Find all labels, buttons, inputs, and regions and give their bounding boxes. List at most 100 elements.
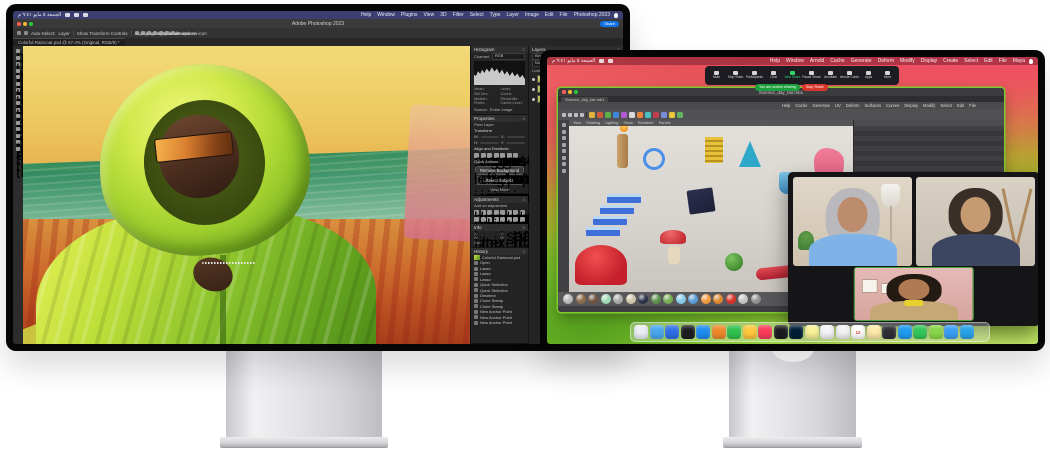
camera-icon[interactable]: Stop Video	[726, 67, 745, 84]
shelf-sphere[interactable]	[589, 112, 595, 118]
shelf-cube[interactable]	[597, 112, 603, 118]
item[interactable]: Window	[786, 57, 804, 65]
annotate-icon[interactable]: Annotate	[821, 67, 840, 84]
item[interactable]: Edit	[957, 103, 964, 108]
item[interactable]: Lighting	[605, 121, 618, 125]
item[interactable]: posterize	[500, 217, 505, 222]
participant-tile-2[interactable]	[916, 177, 1035, 266]
item[interactable]: dist-top-icon	[494, 153, 499, 158]
swatch[interactable]	[601, 294, 611, 304]
item[interactable]: View	[423, 11, 434, 19]
item[interactable]: Surfaces	[865, 103, 882, 108]
item[interactable]: gradient-map	[513, 217, 518, 222]
item[interactable]: dist-top-icon	[153, 31, 157, 35]
apps-icon[interactable]: Apps	[859, 67, 878, 84]
mic-icon[interactable]: Mute	[707, 67, 726, 84]
apple-logo-icon[interactable]	[1029, 59, 1033, 64]
app-store[interactable]	[696, 325, 710, 339]
item[interactable]: Generate	[851, 57, 872, 65]
item[interactable]: Help	[770, 57, 780, 65]
item[interactable]: Help	[361, 11, 371, 19]
share-button[interactable]: Share	[600, 21, 619, 27]
final-cut[interactable]	[681, 325, 695, 339]
item[interactable]: Edit	[545, 11, 554, 19]
item[interactable]: UV	[835, 103, 841, 108]
item[interactable]: exposure	[494, 210, 499, 215]
item[interactable]: invert	[494, 217, 499, 222]
item[interactable]: Show	[623, 121, 633, 125]
item[interactable]: threshold	[507, 217, 512, 222]
swatch[interactable]	[638, 294, 648, 304]
item[interactable]: dist-middle-icon	[159, 31, 163, 35]
height-field[interactable]	[480, 142, 499, 144]
item[interactable]: lasso-tool	[16, 62, 20, 66]
participant-tile-1[interactable]	[793, 177, 912, 266]
shelf-curve[interactable]	[645, 112, 651, 118]
item[interactable]: File	[560, 11, 568, 19]
swatch[interactable]	[563, 294, 573, 304]
item[interactable]: shape-tool	[16, 147, 20, 151]
item[interactable]: levels	[481, 210, 486, 215]
item[interactable]: Modify	[900, 57, 915, 65]
mail[interactable]	[898, 325, 912, 339]
music[interactable]	[758, 325, 772, 339]
scale-tool-icon[interactable]	[580, 113, 584, 117]
pause-icon[interactable]: Pause Share	[802, 67, 821, 84]
reminders[interactable]	[820, 325, 834, 339]
swatch[interactable]	[726, 294, 736, 304]
item[interactable]: Cache	[830, 57, 844, 65]
item[interactable]: history-brush-tool	[16, 108, 20, 112]
swatch[interactable]	[651, 294, 661, 304]
x-field[interactable]	[507, 136, 525, 138]
share-screen-icon[interactable]: New Share	[783, 67, 802, 84]
remove-background-button[interactable]: Remove Background	[475, 166, 524, 175]
item[interactable]: Shading	[586, 121, 600, 125]
item[interactable]: color-balance	[513, 210, 518, 215]
item[interactable]: View	[573, 121, 581, 125]
swatch[interactable]	[713, 294, 723, 304]
item[interactable]: eyedropper-tool	[16, 82, 20, 86]
item[interactable]: Deform	[878, 57, 894, 65]
show-transform-label[interactable]: Show Transform Controls	[77, 31, 128, 36]
item[interactable]: Select	[470, 11, 484, 19]
books[interactable]	[836, 325, 850, 339]
swatch[interactable]	[738, 294, 748, 304]
swatch[interactable]	[751, 294, 761, 304]
item[interactable]: align-center-icon	[481, 153, 486, 158]
close-button[interactable]	[17, 22, 21, 26]
item[interactable]: crop-tool	[16, 75, 20, 79]
item[interactable]: Photoshop 2023	[574, 11, 610, 19]
item[interactable]: Help	[782, 103, 791, 108]
item[interactable]: Display	[904, 103, 918, 108]
item[interactable]: bw	[520, 210, 525, 215]
item[interactable]: Layer	[506, 11, 519, 19]
chat-icon[interactable]: Chat	[764, 67, 783, 84]
auto-select-value[interactable]: Layer	[59, 31, 70, 36]
item[interactable]: more-options-icon	[513, 153, 518, 158]
finder[interactable]	[960, 325, 974, 339]
pixelmator[interactable]	[712, 325, 726, 339]
photoshop-title-bar[interactable]: Adobe Photoshop 2023 Share	[13, 19, 623, 28]
swatch[interactable]	[576, 294, 586, 304]
rotate-tool-icon[interactable]	[574, 113, 578, 117]
control-center-icon[interactable]	[83, 13, 88, 17]
item[interactable]: type-tool	[16, 140, 20, 144]
swatch[interactable]	[676, 294, 686, 304]
stop-share-button[interactable]: Stop Share	[802, 84, 828, 91]
apple-logo-icon[interactable]	[614, 13, 618, 18]
item[interactable]: dist-bottom-icon	[165, 31, 169, 35]
item[interactable]: Display	[921, 57, 937, 65]
channel-select[interactable]: RGB	[492, 53, 525, 60]
item[interactable]: align-left-icon	[135, 31, 139, 35]
item[interactable]: hue-sat	[507, 210, 512, 215]
auto-select-checkbox[interactable]	[24, 31, 28, 35]
item[interactable]: vibrance	[500, 210, 505, 215]
item[interactable]: wand-tool	[16, 69, 20, 73]
item[interactable]: Modify	[923, 103, 935, 108]
item[interactable]: Edit	[984, 57, 993, 65]
swatch[interactable]	[626, 294, 636, 304]
freeform[interactable]	[665, 325, 679, 339]
item[interactable]: align-left-icon	[474, 153, 479, 158]
item[interactable]: dist-bottom-icon	[507, 153, 512, 158]
calendar[interactable]: 12	[851, 325, 865, 339]
